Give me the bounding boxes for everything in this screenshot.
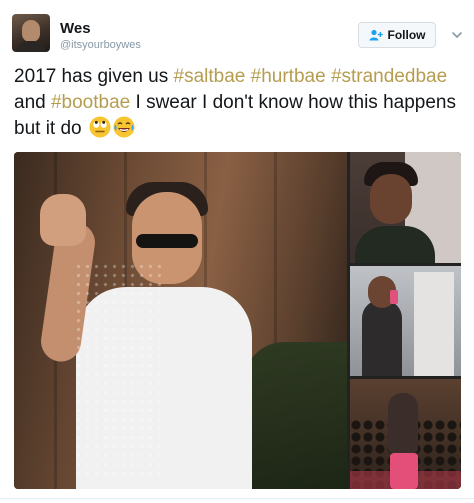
hashtag-strandedbae[interactable]: #strandedbae (331, 66, 447, 87)
add-user-icon (369, 29, 383, 41)
phone (390, 290, 398, 304)
salt-bae-photo[interactable] (14, 152, 347, 489)
hashtag-saltbae[interactable]: #saltbae (174, 66, 246, 87)
user-handle[interactable]: @itsyourboywes (60, 39, 141, 51)
avatar[interactable] (12, 14, 50, 52)
tweet-text-part: and (14, 92, 51, 113)
tweet-header: Wes @itsyourboywes Follow (0, 0, 474, 64)
tweet-text-part: 2017 has given us (14, 66, 174, 87)
hand (40, 194, 86, 246)
rolling-eyes-emoji (89, 116, 111, 138)
green-top (355, 226, 435, 263)
follow-button[interactable]: Follow (358, 22, 436, 48)
avatar-shirt (16, 41, 46, 52)
sunglasses (136, 234, 198, 248)
hashtag-hurtbae[interactable]: #hurtbae (251, 66, 326, 87)
tweet-text: 2017 has given us #saltbae #hurtbae #str… (14, 64, 464, 142)
avatar-face (22, 20, 40, 42)
body (362, 300, 402, 376)
laughing-tears-emoji (113, 116, 135, 138)
girl (388, 393, 418, 453)
media-grid (14, 152, 461, 489)
plants (244, 342, 347, 489)
pink-boots (390, 453, 418, 489)
falling-salt (74, 262, 164, 482)
face (370, 174, 412, 224)
follow-label: Follow (387, 28, 426, 42)
door (414, 272, 454, 376)
stranded-mirror-selfie-photo[interactable] (350, 266, 461, 376)
boots-crowd-photo[interactable] (350, 379, 461, 489)
user-display-name[interactable]: Wes (60, 20, 91, 37)
divider (0, 498, 474, 499)
hashtag-bootbae[interactable]: #bootbae (51, 92, 130, 113)
smiling-woman-photo[interactable] (350, 152, 461, 263)
chevron-down-icon[interactable] (451, 28, 463, 40)
